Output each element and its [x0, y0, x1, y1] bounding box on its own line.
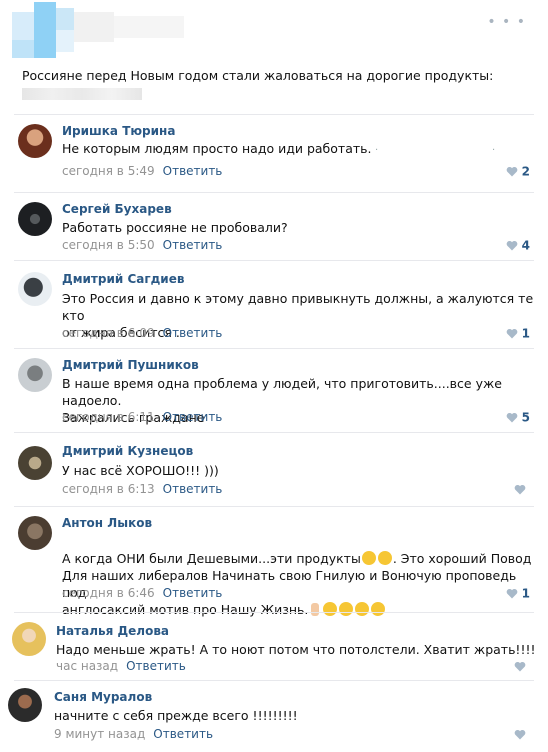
comment: Дмитрий Сагдиев Это Россия и давно к это… [0, 260, 548, 348]
reply-button[interactable]: Ответить [163, 586, 223, 600]
like-count: 5 [521, 410, 530, 425]
reply-button[interactable]: Ответить [153, 727, 213, 741]
reply-button[interactable]: Ответить [163, 410, 223, 424]
reply-button[interactable]: Ответить [163, 238, 223, 252]
divider [14, 680, 534, 681]
heart-icon [506, 240, 517, 251]
avatar[interactable] [18, 124, 52, 158]
decor-dot: . [375, 142, 379, 153]
comment: Сергей Бухарев Работать россияне не проб… [0, 192, 548, 260]
like-button[interactable]: 5 [506, 410, 530, 425]
comment: Саня Муралов начните с себя прежде всего… [0, 680, 548, 752]
divider [14, 506, 534, 507]
avatar[interactable] [8, 688, 42, 722]
reply-button[interactable]: Ответить [163, 482, 223, 496]
comment-time: сегодня в 6:09 [62, 326, 155, 340]
reply-button[interactable]: Ответить [126, 659, 186, 673]
avatar[interactable] [18, 358, 52, 392]
comment-meta: сегодня в 6:11 Ответить [62, 410, 222, 424]
like-button[interactable]: 4 [506, 238, 530, 253]
avatar[interactable] [18, 202, 52, 236]
comment-time: сегодня в 5:50 [62, 238, 155, 252]
comment-author[interactable]: Дмитрий Кузнецов [62, 444, 193, 458]
comment-text: А когда ОНИ были Дешевыми...эти продукты… [62, 533, 532, 618]
like-button[interactable]: 1 [506, 326, 530, 341]
comment-author[interactable]: Дмитрий Сагдиев [62, 272, 184, 286]
post-header: • • • Россияне перед Новым годом стали ж… [0, 0, 548, 110]
heart-icon [506, 588, 517, 599]
comment-text: Работать россияне не пробовали? [62, 220, 288, 235]
comment-author[interactable]: Иришка Тюрина [62, 124, 175, 138]
comment-author[interactable]: Наталья Делова [56, 624, 169, 638]
reply-button[interactable]: Ответить [163, 326, 223, 340]
comment-meta: сегодня в 5:50 Ответить [62, 238, 222, 252]
divider [14, 260, 534, 261]
avatar[interactable] [18, 446, 52, 480]
avatar[interactable] [18, 272, 52, 306]
divider [14, 612, 534, 613]
divider [14, 114, 534, 115]
like-button[interactable]: 1 [506, 586, 530, 601]
comment: Антон Лыков А когда ОНИ были Дешевыми...… [0, 506, 548, 617]
heart-icon [514, 661, 526, 672]
comment-meta: сегодня в 6:09 Ответить [62, 326, 222, 340]
blurred-avatar [12, 2, 192, 62]
comment: Иришка Тюрина Не которым людям просто на… [0, 114, 548, 192]
avatar[interactable] [18, 516, 52, 550]
comment-meta: сегодня в 5:49 Ответить [62, 164, 222, 178]
heart-icon [506, 166, 517, 177]
comment-time: сегодня в 6:13 [62, 482, 155, 496]
divider [14, 348, 534, 349]
heart-icon [506, 412, 517, 423]
comment-text-part: А когда ОНИ были Дешевыми...эти продукты [62, 551, 361, 566]
wink-emoji-icon [377, 551, 392, 565]
comment-text: начните с себя прежде всего !!!!!!!!! [54, 708, 298, 723]
comment-author[interactable]: Сергей Бухарев [62, 202, 172, 216]
comment-text: Надо меньше жрать! А то ноют потом что п… [56, 642, 536, 657]
comment-meta: сегодня в 6:13 Ответить [62, 482, 222, 496]
blurred-link [22, 88, 142, 100]
comment-time: час назад [56, 659, 119, 673]
like-count: 1 [521, 326, 530, 341]
like-button[interactable] [514, 659, 530, 674]
comment: Наталья Делова Надо меньше жрать! А то н… [0, 612, 548, 680]
avatar[interactable] [12, 622, 46, 656]
comment-meta: 9 минут назад Ответить [54, 727, 213, 741]
comment-author[interactable]: Саня Муралов [54, 690, 152, 704]
like-count: 2 [521, 164, 530, 179]
comment-author[interactable]: Дмитрий Пушников [62, 358, 199, 372]
decor-dot: . [492, 142, 496, 153]
comment-meta: час назад Ответить [56, 659, 186, 673]
divider [14, 432, 534, 433]
divider [14, 192, 534, 193]
like-count: 4 [521, 238, 530, 253]
comment-time: сегодня в 6:11 [62, 410, 155, 424]
comment: Дмитрий Пушников В наше время одна пробл… [0, 348, 548, 432]
comment-text: У нас всё ХОРОШО!!! ))) [62, 463, 219, 478]
like-button[interactable] [514, 482, 530, 497]
comment-meta: сегодня в 6:46 Ответить [62, 586, 222, 600]
comment-author[interactable]: Антон Лыков [62, 516, 152, 530]
like-count: 1 [521, 586, 530, 601]
comment-time: 9 минут назад [54, 727, 146, 741]
heart-icon [514, 484, 526, 495]
comment-time: сегодня в 5:49 [62, 164, 155, 178]
more-dots-icon[interactable]: • • • [487, 14, 526, 30]
heart-icon [506, 328, 517, 339]
post-text: Россияне перед Новым годом стали жаловат… [22, 68, 494, 83]
comment-time: сегодня в 6:46 [62, 586, 155, 600]
smirk-emoji-icon [361, 551, 376, 565]
like-button[interactable] [514, 727, 530, 742]
like-button[interactable]: 2 [506, 164, 530, 179]
reply-button[interactable]: Ответить [163, 164, 223, 178]
comment: Дмитрий Кузнецов У нас всё ХОРОШО!!! )))… [0, 432, 548, 506]
heart-icon [514, 729, 526, 740]
comment-text: Не которым людям просто надо иди работат… [62, 141, 372, 156]
